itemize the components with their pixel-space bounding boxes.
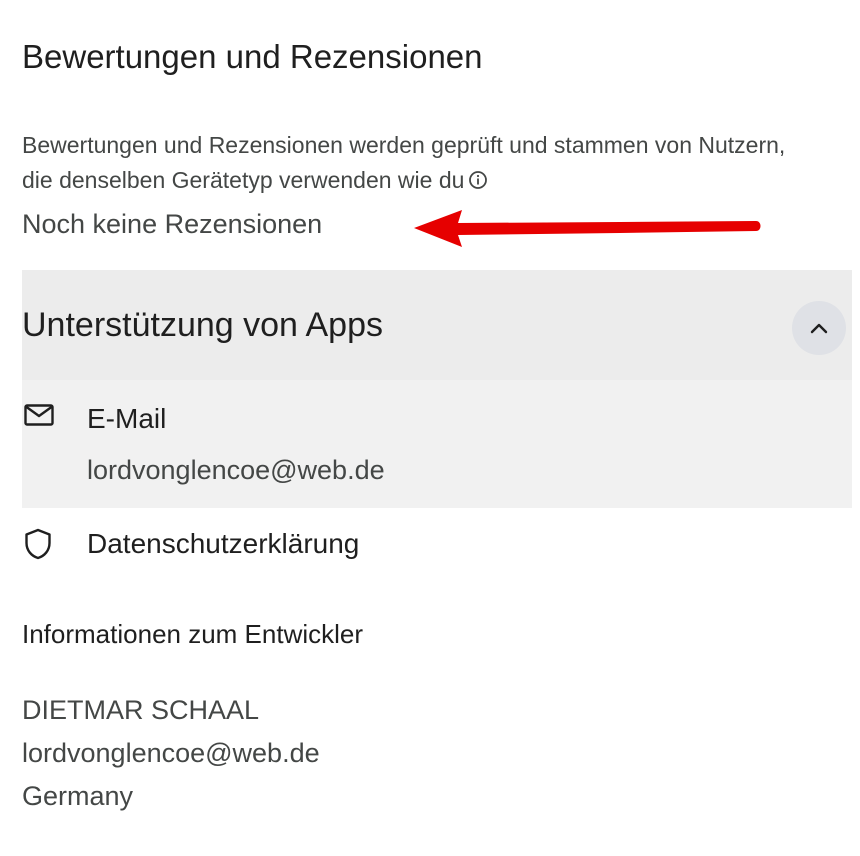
ratings-title: Bewertungen und Rezensionen — [22, 38, 483, 75]
developer-info-title: Informationen zum Entwickler — [22, 619, 364, 649]
app-support-header[interactable]: Unterstützung von Apps — [22, 270, 852, 380]
chevron-up-icon — [810, 323, 828, 334]
red-arrow-annotation — [414, 210, 761, 247]
ratings-description-text: Bewertungen und Rezensionen werden geprü… — [22, 132, 786, 193]
developer-email[interactable]: lordvonglencoe@web.de — [22, 732, 320, 775]
info-icon[interactable] — [468, 165, 488, 200]
developer-info: DIETMAR SCHAAL lordvonglencoe@web.de Ger… — [22, 689, 320, 818]
email-value[interactable]: lordvonglencoe@web.de — [87, 455, 385, 486]
app-support-title: Unterstützung von Apps — [22, 306, 384, 344]
collapse-button[interactable] — [792, 301, 846, 355]
shield-icon — [25, 528, 51, 560]
email-row[interactable]: E-Mail lordvonglencoe@web.de — [22, 380, 852, 508]
developer-name: DIETMAR SCHAAL — [22, 695, 260, 725]
mail-icon — [24, 404, 54, 426]
email-label: E-Mail — [87, 403, 167, 434]
ratings-description: Bewertungen und Rezensionen werden geprü… — [22, 128, 812, 200]
privacy-policy-label: Datenschutzerklärung — [87, 528, 360, 559]
no-reviews-text: Noch keine Rezensionen — [22, 209, 323, 239]
developer-country: Germany — [22, 781, 134, 811]
privacy-policy-row[interactable]: Datenschutzerklärung — [22, 516, 852, 576]
